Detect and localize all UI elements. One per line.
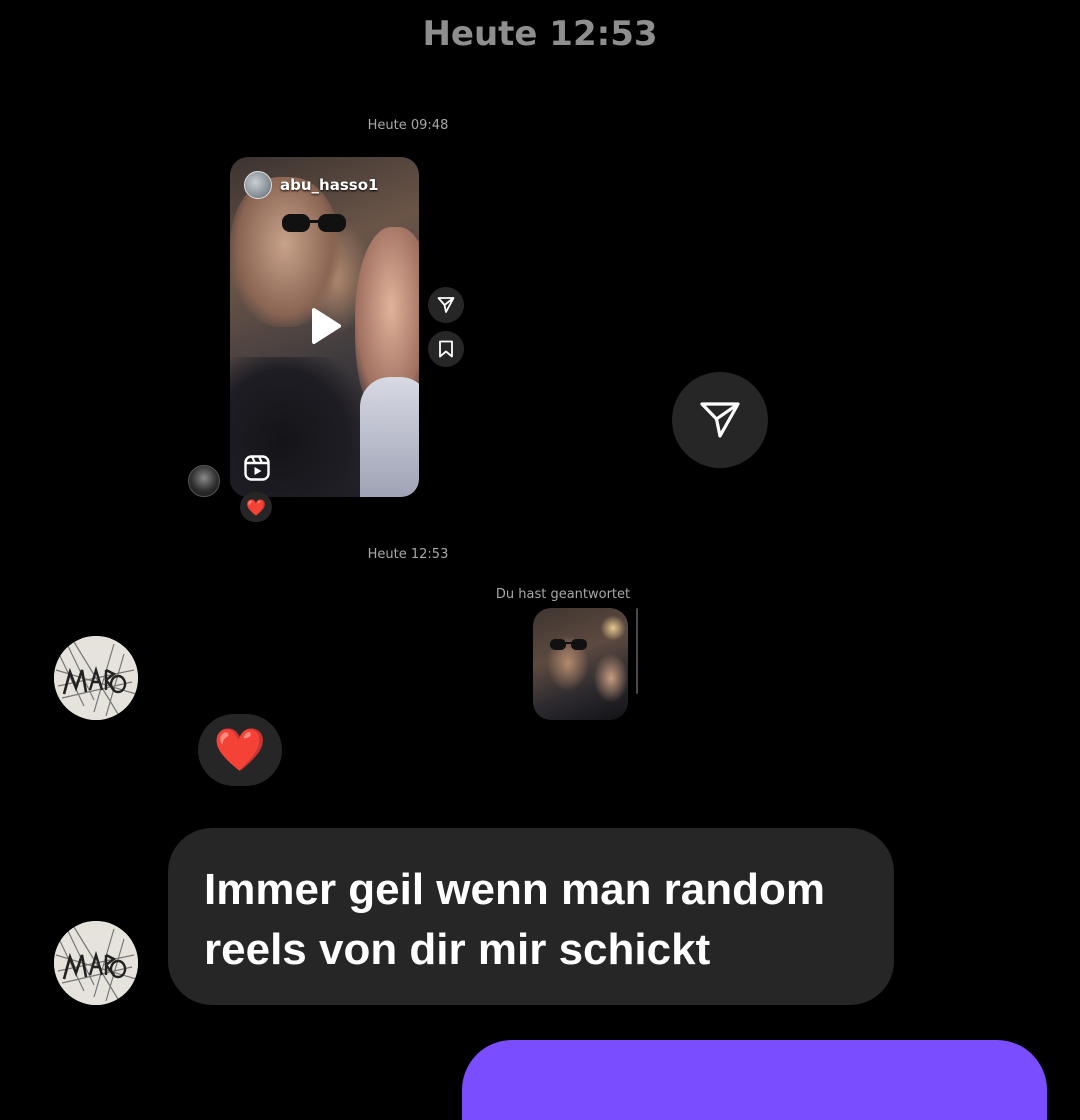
header-timestamp: Heute 12:53: [422, 14, 658, 54]
replied-reel-thumbnail[interactable]: [533, 608, 628, 720]
reel-person-left: [230, 177, 340, 327]
reel-reaction[interactable]: ❤️: [240, 492, 272, 522]
reels-icon: [244, 455, 270, 481]
heart-emoji: ❤️: [213, 725, 267, 774]
message-text: Immer geil wenn man random reels von dir…: [204, 865, 826, 974]
shared-reel-card[interactable]: abu_hasso1: [230, 157, 419, 497]
bookmark-icon: [439, 340, 453, 358]
own-message-bubble[interactable]: [462, 1040, 1047, 1120]
sender-avatar-small[interactable]: [188, 465, 220, 497]
play-icon[interactable]: [308, 307, 342, 345]
contact-avatar[interactable]: [54, 921, 138, 1005]
avatar-pattern: [54, 921, 138, 1005]
contact-avatar[interactable]: [54, 636, 138, 720]
heart-emoji: ❤️: [246, 497, 266, 517]
heart-reaction-bubble[interactable]: ❤️: [198, 714, 282, 786]
reel-author[interactable]: abu_hasso1: [244, 171, 378, 199]
send-icon: [437, 297, 455, 313]
send-icon: [700, 402, 740, 438]
message-bubble[interactable]: Immer geil wenn man random reels von dir…: [168, 828, 894, 1005]
share-button[interactable]: [672, 372, 768, 468]
avatar-pattern: [54, 636, 138, 720]
reply-indicator-bar: [636, 608, 638, 694]
sunglasses-graphic: [282, 214, 346, 232]
reel-timestamp: Heute 09:48: [367, 118, 449, 133]
reply-timestamp: Heute 12:53: [367, 547, 449, 562]
sunglasses-graphic: [550, 639, 587, 650]
reel-author-avatar: [244, 171, 272, 199]
reply-label: Du hast geantwortet: [495, 587, 631, 602]
reel-shirt: [360, 377, 419, 497]
save-reel-button[interactable]: [428, 331, 464, 367]
reel-username: abu_hasso1: [280, 176, 379, 194]
share-reel-button[interactable]: [428, 287, 464, 323]
